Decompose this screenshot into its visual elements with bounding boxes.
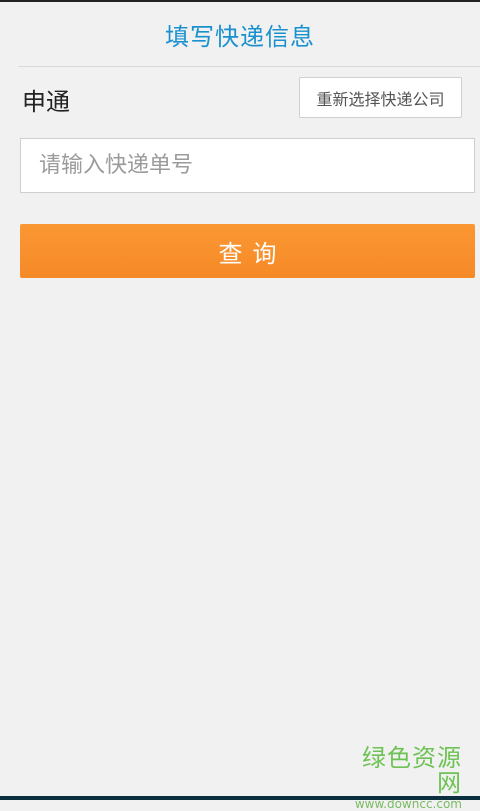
watermark: 绿色资源网 www.downcc.com: [342, 744, 462, 810]
app-root: 填写快递信息 申通 重新选择快递公司 查询 绿色资源网 www.downcc.c…: [0, 0, 480, 810]
header: 填写快递信息: [0, 2, 480, 66]
bottom-edge: [0, 796, 480, 800]
query-button[interactable]: 查询: [20, 224, 475, 278]
watermark-sub-text: www.downcc.com: [354, 797, 462, 811]
page-title: 填写快递信息: [165, 22, 315, 51]
watermark-main-text: 绿色资源网: [362, 744, 462, 798]
reselect-courier-button[interactable]: 重新选择快递公司: [299, 77, 462, 118]
selected-courier-name: 申通: [22, 88, 70, 116]
tracking-number-input[interactable]: [20, 138, 475, 193]
header-divider: [18, 66, 480, 67]
